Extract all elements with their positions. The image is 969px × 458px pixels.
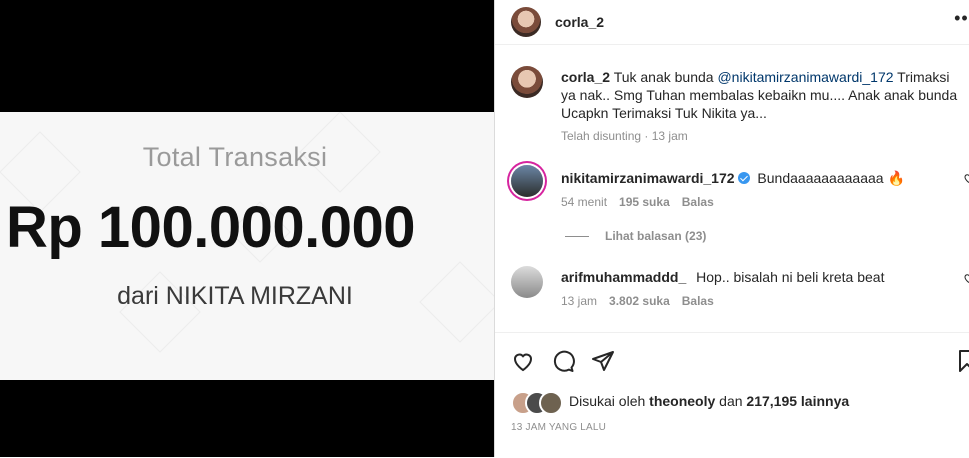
likes-summary: Disukai oleh theoneoly dan 217,195 lainn… <box>569 393 849 409</box>
reply-button[interactable]: Balas <box>682 294 714 308</box>
share-icon[interactable] <box>591 349 615 373</box>
post-media[interactable]: Total Transaksi Rp 100.000.000 dari NIKI… <box>0 0 494 457</box>
comment-avatar[interactable] <box>511 165 543 197</box>
comment-meta: 54 menit 195 suka Balas <box>561 195 714 209</box>
comment-time: 13 jam <box>561 294 598 308</box>
comment-line: nikitamirzanimawardi_172 Bundaaaaaaaaaaa… <box>561 170 905 187</box>
caption-mention[interactable]: @nikitamirzanimawardi_172 <box>717 69 893 85</box>
comment-meta: 13 jam 3.802 suka Balas <box>561 294 714 308</box>
transaction-card: Total Transaksi Rp 100.000.000 dari NIKI… <box>0 112 494 380</box>
caption-avatar[interactable] <box>511 66 543 98</box>
comment-text: Bundaaaaaaaaaaaa 🔥 <box>757 170 905 186</box>
comment-line: arifmuhammaddd_ Hop.. bisalah ni beli kr… <box>561 269 884 285</box>
caption-meta: Telah disunting · 13 jam <box>561 129 688 143</box>
caption: corla_2 Tuk anak bunda @nikitamirzanimaw… <box>561 68 961 122</box>
liker-username[interactable]: theoneoly <box>649 393 715 409</box>
likes-prefix: Disukai oleh <box>569 393 650 409</box>
post-header: corla_2 ••• <box>495 0 969 45</box>
comment-like-icon[interactable] <box>963 272 969 284</box>
bookmark-icon[interactable] <box>955 349 969 373</box>
more-options-icon[interactable]: ••• <box>954 8 969 29</box>
verified-badge-icon <box>737 172 750 184</box>
comment-time: 54 menit <box>561 195 608 209</box>
comment-avatar[interactable] <box>511 266 543 298</box>
sender-name: dari NIKITA MIRZANI <box>117 282 353 310</box>
comment-icon[interactable] <box>551 349 575 373</box>
author-avatar[interactable] <box>511 7 541 37</box>
view-replies-button[interactable]: Lihat balasan (23) <box>565 229 706 243</box>
comment-username[interactable]: nikitamirzanimawardi_172 <box>561 170 735 186</box>
comment-likes[interactable]: 3.802 suka <box>609 294 670 308</box>
avatar <box>539 391 563 415</box>
comment-like-icon[interactable] <box>963 172 969 184</box>
caption-username[interactable]: corla_2 <box>561 69 610 85</box>
comment-text: Hop.. bisalah ni beli kreta beat <box>696 269 885 285</box>
likes-count[interactable]: 217,195 lainnya <box>746 393 849 409</box>
post-actions: Disukai oleh theoneoly dan 217,195 lainn… <box>495 332 969 458</box>
post-timestamp[interactable]: 13 JAM YANG LALU <box>511 422 606 433</box>
reply-button[interactable]: Balas <box>682 195 714 209</box>
comment-username[interactable]: arifmuhammaddd_ <box>561 269 686 285</box>
likes-middle: dan <box>715 393 747 409</box>
total-label: Total Transaksi <box>142 142 328 172</box>
heart-icon[interactable] <box>511 349 535 373</box>
author-username[interactable]: corla_2 <box>555 14 604 30</box>
post-panel: corla_2 ••• corla_2 Tuk anak bunda @niki… <box>494 0 969 457</box>
comment-likes[interactable]: 195 suka <box>619 195 670 209</box>
transaction-amount: Rp 100.000.000 <box>6 195 415 260</box>
caption-text-start: Tuk anak bunda <box>613 69 718 85</box>
